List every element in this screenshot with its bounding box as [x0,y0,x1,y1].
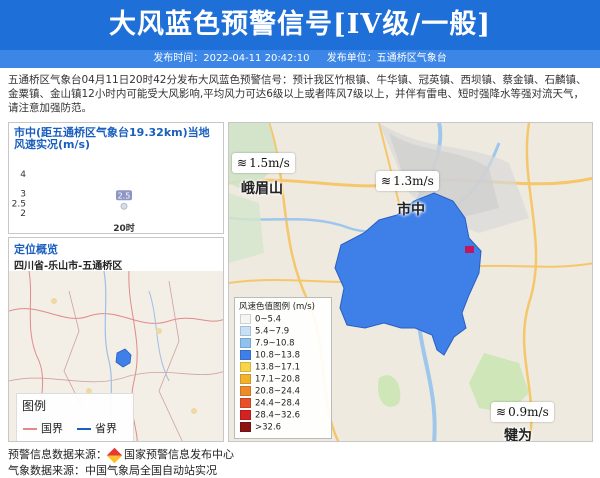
legend-item: 24.4~28.4 [240,398,300,409]
minimap-legend-title: 图例 [22,399,47,413]
data-label: 2.5 [118,191,131,200]
wind-speed-chart: 432.5220时2.5 [12,170,135,234]
wind-label-1[interactable]: ≋ 1.5m/s [232,153,295,173]
legend-item: >32.6 [240,422,281,433]
legend-item: 0~5.4 [240,314,281,325]
wind-icon: ≋ [237,156,248,170]
wind-color-legend: 风速色值图例 (m/s) 0~5.4 5.4~7.9 7.9~10.8 10.8… [234,297,332,439]
legend-national-border: 国界 [23,420,63,436]
place-shizhong: 市中 [397,202,425,218]
wind-map[interactable]: ≋ 1.5m/s ≋ 1.3m/s ≋ 0.9m/s 峨眉山 市中 犍为 风速色值图例… [228,122,593,442]
y-tick-label: 3 [20,190,26,200]
legend-item: 5.4~7.9 [240,326,289,337]
wind-label-2[interactable]: ≋ 1.3m/s [376,171,439,191]
warning-title: 大风蓝色预警信号[IV级/一般] [109,9,491,40]
legend-item: 7.9~10.8 [240,338,295,349]
data-point[interactable] [120,202,128,210]
source-line: 预警信息数据来源： 国家预警信息发布中心 [8,446,234,463]
weather-source-line: 气象数据来源：中国气象局全国自动站实况 [8,464,217,477]
wind-legend-title: 风速色值图例 (m/s) [239,302,315,312]
station-marker [465,246,474,253]
x-tick-label: 20时 [113,222,135,234]
publisher: 发布单位：五通桥区气象台 [326,53,447,64]
minimap-legend: 图例 国界 省界 [16,393,134,441]
wind-label-3[interactable]: ≋ 0.9m/s [491,402,554,422]
meta-bar: 发布时间：2022-04-11 20:42:10 发布单位：五通桥区气象台 [0,50,600,68]
publish-time: 发布时间：2022-04-11 20:42:10 [153,53,310,64]
legend-item: 17.1~20.8 [240,374,300,385]
y-tick-label: 2 [20,209,26,219]
source-name[interactable]: 国家预警信息发布中心 [124,448,234,461]
legend-item: 20.8~24.4 [240,386,300,397]
warning-banner: 大风蓝色预警信号[IV级/一般] [0,0,600,50]
region-label: 四川省-乐山市-五通桥区 [14,261,123,272]
wind-icon: ≋ [496,405,507,419]
nwipc-logo-icon [106,447,123,463]
source-prefix: 预警信息数据来源： [8,448,107,461]
legend-item: 10.8~13.8 [240,350,300,361]
legend-item: 13.8~17.1 [240,362,300,373]
location-panel: 定位概览 四川省-乐山市-五通桥区 图例 国界 省界 [8,237,224,442]
y-tick-label: 4 [20,170,26,180]
legend-province-border: 省界 [77,420,117,436]
observation-panel: 市中(距五通桥区气象台19.32km)当地风速实况(m/s) 4 3 2.5 2 20时… [8,122,224,234]
place-emeishan: 峨眉山 [241,181,283,197]
legend-item: 28.4~32.6 [240,410,300,421]
location-title: 定位概览 [14,243,58,256]
wind-icon: ≋ [381,174,392,188]
y-tick-label: 2.5 [12,199,26,209]
warning-description: 五通桥区气象台04月11日20时42分发布大风蓝色预警信号：预计我区竹根镇、牛华… [8,74,587,114]
place-qianwei: 犍为 [504,428,532,442]
